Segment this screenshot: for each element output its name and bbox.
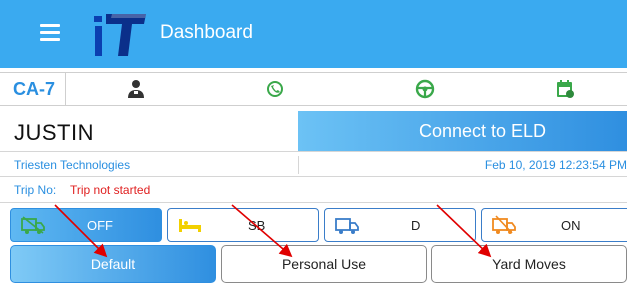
duty-label: D [411, 218, 421, 233]
duty-sb-button[interactable]: SB [167, 208, 319, 242]
hamburger-menu-icon[interactable] [40, 24, 60, 41]
mode-personal-use-button[interactable]: Personal Use [221, 245, 427, 283]
duty-label: SB [248, 218, 266, 233]
vehicle-id[interactable]: CA-7 [0, 73, 66, 105]
mode-yard-moves-button[interactable]: Yard Moves [431, 245, 627, 283]
status-bar: CA-7 [0, 72, 627, 106]
steering-wheel-icon[interactable] [415, 79, 435, 99]
truck-on-duty-icon [492, 215, 516, 234]
duty-off-button[interactable]: OFF [10, 208, 162, 242]
trip-row: Trip No: Trip not started [0, 176, 627, 203]
calendar-icon[interactable] [555, 79, 575, 99]
phone-signal-icon[interactable] [265, 79, 285, 99]
page-title: Dashboard [160, 22, 253, 43]
app-header: Dashboard [0, 0, 627, 68]
duty-on-button[interactable]: ON [481, 208, 627, 242]
trip-status: Trip not started [70, 183, 151, 197]
truck-off-icon [21, 216, 45, 234]
driver-name: JUSTIN [14, 120, 94, 145]
truck-driving-icon [335, 218, 359, 234]
duty-d-button[interactable]: D [324, 208, 476, 242]
driver-info: JUSTIN Triesten Technologies [0, 111, 298, 176]
company-name: Triesten Technologies [14, 158, 131, 172]
trip-label: Trip No: [14, 183, 57, 197]
app-logo [94, 14, 146, 56]
duty-label: OFF [87, 218, 113, 233]
sleeper-bed-icon [179, 219, 201, 232]
driver-icon[interactable] [126, 79, 146, 99]
connect-eld-button[interactable]: Connect to ELD [298, 111, 627, 151]
duty-label: ON [561, 218, 581, 233]
mode-default-button[interactable]: Default [10, 245, 216, 283]
current-datetime: Feb 10, 2019 12:23:54 PM [298, 156, 627, 174]
